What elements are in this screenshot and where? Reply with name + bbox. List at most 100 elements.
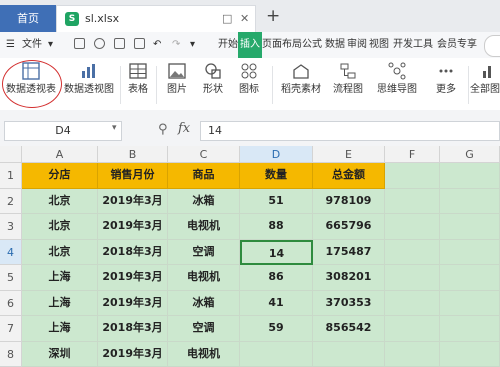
material-button[interactable]: 稻壳素材: [278, 62, 324, 97]
data-cell[interactable]: [385, 163, 440, 189]
data-cell[interactable]: [385, 214, 440, 240]
data-cell[interactable]: 电视机: [168, 265, 240, 291]
menu-view[interactable]: 视图: [369, 32, 389, 58]
column-header-b[interactable]: B: [98, 146, 168, 163]
data-cell[interactable]: 308201: [313, 265, 385, 291]
row-header-2[interactable]: 2: [0, 189, 22, 215]
save-icon[interactable]: [74, 38, 85, 49]
column-header-d[interactable]: D: [240, 146, 313, 163]
column-header-e[interactable]: E: [313, 146, 385, 163]
export-icon[interactable]: [94, 38, 105, 49]
data-cell[interactable]: 上海: [22, 291, 98, 317]
data-cell[interactable]: [385, 189, 440, 215]
data-cell[interactable]: 41: [240, 291, 313, 317]
column-header-c[interactable]: C: [168, 146, 240, 163]
chevron-down-icon[interactable]: ▾: [48, 32, 53, 58]
menu-member[interactable]: 会员专享: [437, 32, 477, 58]
close-tab-icon[interactable]: ✕: [240, 6, 249, 32]
mindmap-button[interactable]: 思维导图: [372, 62, 422, 97]
data-cell[interactable]: [440, 189, 500, 215]
data-cell[interactable]: 北京: [22, 240, 98, 266]
data-cell[interactable]: 59: [240, 316, 313, 342]
header-cell[interactable]: 数量: [240, 163, 313, 189]
data-cell[interactable]: [440, 342, 500, 367]
menu-formulas[interactable]: 公式: [302, 32, 322, 58]
menu-file[interactable]: 文件: [22, 32, 42, 58]
row-header-6[interactable]: 6: [0, 291, 22, 317]
name-box[interactable]: D4: [4, 121, 122, 141]
data-cell[interactable]: 2018年3月: [98, 240, 168, 266]
column-header-f[interactable]: F: [385, 146, 440, 163]
data-cell[interactable]: [385, 291, 440, 317]
restore-tab-icon[interactable]: □: [222, 6, 232, 32]
search-box[interactable]: [484, 35, 500, 57]
data-cell[interactable]: [440, 163, 500, 189]
data-cell[interactable]: [313, 342, 385, 367]
row-header-3[interactable]: 3: [0, 214, 22, 240]
data-cell[interactable]: 冰箱: [168, 189, 240, 215]
data-cell[interactable]: 14: [240, 240, 313, 266]
data-cell[interactable]: 北京: [22, 214, 98, 240]
redo-icon[interactable]: ↷: [172, 32, 180, 58]
data-cell[interactable]: 2019年3月: [98, 214, 168, 240]
pivot-chart-button[interactable]: 数据透视图: [62, 62, 116, 97]
header-cell[interactable]: 销售月份: [98, 163, 168, 189]
data-cell[interactable]: 电视机: [168, 214, 240, 240]
header-cell[interactable]: 商品: [168, 163, 240, 189]
menu-developer[interactable]: 开发工具: [393, 32, 433, 58]
undo-icon[interactable]: ↶: [153, 32, 161, 58]
menu-data[interactable]: 数据: [325, 32, 345, 58]
data-cell[interactable]: [240, 342, 313, 367]
data-cell[interactable]: 2018年3月: [98, 316, 168, 342]
data-cell[interactable]: 上海: [22, 316, 98, 342]
data-cell[interactable]: 空调: [168, 240, 240, 266]
all-charts-button[interactable]: 全部图: [470, 62, 500, 97]
data-cell[interactable]: 2019年3月: [98, 291, 168, 317]
data-cell[interactable]: 51: [240, 189, 313, 215]
column-header-a[interactable]: A: [22, 146, 98, 163]
data-cell[interactable]: [385, 240, 440, 266]
header-cell[interactable]: 总金额: [313, 163, 385, 189]
menu-insert[interactable]: 插入: [238, 32, 262, 58]
data-cell[interactable]: 175487: [313, 240, 385, 266]
row-header-4[interactable]: 4: [0, 240, 22, 266]
data-cell[interactable]: 电视机: [168, 342, 240, 367]
select-all-corner[interactable]: [0, 146, 22, 163]
data-cell[interactable]: 2019年3月: [98, 342, 168, 367]
data-cell[interactable]: 空调: [168, 316, 240, 342]
data-cell[interactable]: 856542: [313, 316, 385, 342]
tab-home[interactable]: 首页: [0, 5, 56, 32]
row-header-5[interactable]: 5: [0, 265, 22, 291]
data-cell[interactable]: 2019年3月: [98, 265, 168, 291]
more-button[interactable]: 更多: [428, 62, 464, 97]
data-cell[interactable]: 深圳: [22, 342, 98, 367]
data-cell[interactable]: 北京: [22, 189, 98, 215]
data-cell[interactable]: 2019年3月: [98, 189, 168, 215]
hamburger-icon[interactable]: ☰: [6, 32, 15, 58]
data-cell[interactable]: [440, 214, 500, 240]
data-cell[interactable]: 665796: [313, 214, 385, 240]
new-tab-button[interactable]: +: [266, 4, 280, 28]
flowchart-button[interactable]: 流程图: [328, 62, 368, 97]
preview-icon[interactable]: [134, 38, 145, 49]
tab-file[interactable]: S sl.xlsx □ ✕: [56, 5, 256, 32]
data-cell[interactable]: [385, 342, 440, 367]
row-header-7[interactable]: 7: [0, 316, 22, 342]
data-cell[interactable]: [440, 291, 500, 317]
data-cell[interactable]: [440, 240, 500, 266]
chevron-down-icon[interactable]: ▾: [190, 32, 195, 58]
menu-home[interactable]: 开始: [218, 32, 238, 58]
data-cell[interactable]: 978109: [313, 189, 385, 215]
row-header-8[interactable]: 8: [0, 342, 22, 367]
data-cell[interactable]: [385, 316, 440, 342]
data-cell[interactable]: [440, 265, 500, 291]
column-header-g[interactable]: G: [440, 146, 500, 163]
data-cell[interactable]: 冰箱: [168, 291, 240, 317]
data-cell[interactable]: 370353: [313, 291, 385, 317]
data-cell[interactable]: 86: [240, 265, 313, 291]
picture-button[interactable]: 图片: [160, 62, 194, 97]
shape-button[interactable]: 形状: [196, 62, 230, 97]
data-cell[interactable]: 上海: [22, 265, 98, 291]
table-button[interactable]: 表格: [124, 62, 152, 97]
data-cell[interactable]: [385, 265, 440, 291]
